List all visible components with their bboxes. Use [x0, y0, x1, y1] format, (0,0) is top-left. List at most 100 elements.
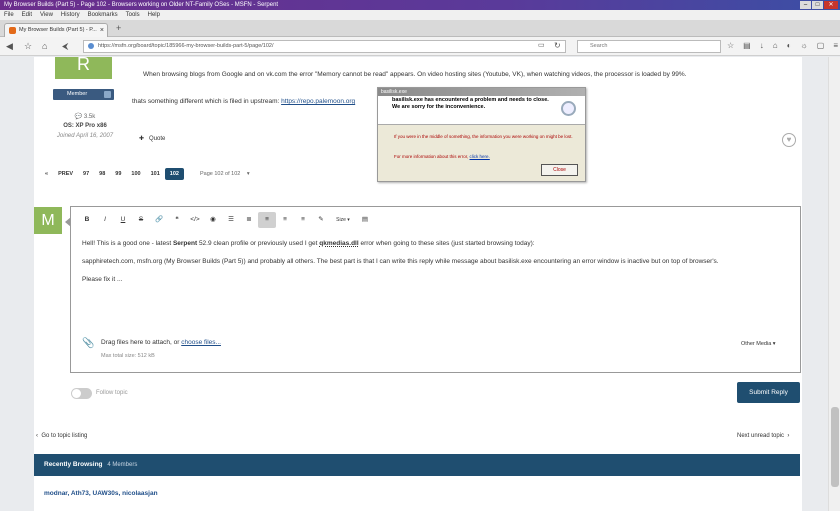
prev-arrow-icon[interactable]: «: [40, 168, 53, 180]
page-of-dropdown[interactable]: Page 102 of 102 ▾: [190, 168, 255, 180]
reload-icon[interactable]: ↻: [554, 40, 561, 52]
search-input[interactable]: Search: [577, 40, 721, 53]
align-right-icon[interactable]: ≡: [294, 212, 312, 228]
menu-file[interactable]: File: [4, 10, 14, 20]
page-icon[interactable]: ▢: [817, 41, 825, 50]
user-os: OS: XP Pro x86: [63, 123, 107, 129]
tab-label: My Browser Builds (Part 5) - P...: [19, 27, 97, 33]
editor-pointer: [65, 217, 71, 227]
page-link-97[interactable]: 97: [78, 168, 94, 180]
back-arrow-icon[interactable]: ◀: [6, 40, 13, 52]
menu-bookmarks[interactable]: Bookmarks: [88, 10, 118, 20]
post-line-1: When browsing blogs from Google and on v…: [143, 71, 687, 78]
underline-button[interactable]: U: [114, 212, 132, 228]
prev-button[interactable]: PREV: [53, 168, 78, 180]
upstream-link[interactable]: https://repo.palemoon.org: [281, 98, 355, 105]
align-left-icon[interactable]: ≡: [258, 212, 276, 228]
like-heart-icon[interactable]: ♥: [782, 133, 796, 147]
page-scrollbar[interactable]: [828, 57, 840, 511]
page-link-101[interactable]: 101: [146, 168, 165, 180]
max-size-label: Max total size: 512 kB: [101, 353, 155, 359]
error-click-here-link[interactable]: click here.: [470, 154, 490, 159]
minimize-button[interactable]: –: [800, 1, 811, 9]
submit-reply-button[interactable]: Submit Reply: [737, 382, 800, 403]
reply-paragraph-3: Please fix it ...: [82, 276, 123, 283]
menu-history[interactable]: History: [61, 10, 80, 20]
strikethrough-button[interactable]: S: [132, 212, 150, 228]
menu-edit[interactable]: Edit: [22, 10, 32, 20]
other-media-label: Other Media: [741, 341, 772, 347]
close-tab-icon[interactable]: ×: [100, 24, 104, 37]
back-button-icon[interactable]: ⮜: [62, 40, 68, 52]
scrollbar-thumb[interactable]: [831, 407, 839, 487]
para1-b: Serpent: [172, 240, 198, 247]
site-identity-icon[interactable]: [88, 43, 94, 49]
post-line-2: thats something different which is filed…: [132, 98, 355, 105]
follow-toggle[interactable]: [71, 388, 92, 399]
poster-avatar[interactable]: R: [55, 57, 112, 79]
maximize-button[interactable]: □: [812, 1, 823, 9]
spoiler-icon[interactable]: ◉: [204, 212, 222, 228]
menu-tools[interactable]: Tools: [126, 10, 140, 20]
attach-area: Drag files here to attach, or choose fil…: [101, 339, 221, 346]
home-icon[interactable]: ⌂: [42, 40, 47, 52]
recent-count: 4 Members: [107, 462, 138, 468]
go-to-topic-listing[interactable]: ‹ Go to topic listing: [36, 433, 87, 439]
quote-icon[interactable]: ❝: [168, 212, 186, 228]
search-placeholder: Search: [590, 43, 608, 49]
para1-c: 52.9 clean profile or previously used I …: [197, 240, 320, 247]
error-dialog-heading: basilisk.exe has encountered a problem a…: [392, 97, 549, 110]
para1-d: qkmedias.dll: [319, 240, 359, 247]
attach-prefix: Drag files here to attach, or: [101, 339, 182, 346]
page-link-current[interactable]: 102: [164, 168, 184, 180]
close-window-button[interactable]: ✕: [824, 1, 838, 9]
size-dropdown[interactable]: Size ▾: [330, 212, 356, 228]
home-toolbar-icon[interactable]: ⌂: [773, 41, 778, 50]
settings-icon[interactable]: ☼: [800, 41, 807, 50]
size-label: Size: [336, 217, 346, 223]
page-link-98[interactable]: 98: [94, 168, 110, 180]
recent-members-list[interactable]: modnar, Ath73, UAW30s, nicolaasjan: [44, 490, 158, 497]
window-title: My Browser Builds (Part 5) - Page 102 - …: [4, 2, 279, 8]
other-media-dropdown[interactable]: Other Media ▾: [741, 341, 776, 347]
error-gear-icon: [561, 101, 576, 116]
library-icon[interactable]: ▤: [743, 41, 751, 50]
new-tab-button[interactable]: +: [116, 23, 121, 33]
align-center-icon[interactable]: ≡: [276, 212, 294, 228]
choose-files-link[interactable]: choose files...: [181, 339, 221, 346]
menu-help[interactable]: Help: [148, 10, 160, 20]
follow-label: Follow topic: [96, 390, 128, 396]
bookmark-icon[interactable]: ☆: [727, 41, 734, 50]
error-more-prefix: For more information about this error,: [394, 154, 470, 159]
reply-avatar: M: [34, 207, 62, 234]
bold-button[interactable]: B: [78, 212, 96, 228]
page-link-100[interactable]: 100: [126, 168, 145, 180]
url-text: https://msfn.org/board/topic/185966-my-b…: [98, 43, 274, 49]
bookmark-star-icon[interactable]: ☆: [24, 40, 32, 52]
download-icon[interactable]: ↓: [760, 41, 764, 50]
code-icon[interactable]: </>: [186, 212, 204, 228]
url-bar[interactable]: https://msfn.org/board/topic/185966-my-b…: [83, 40, 566, 53]
page-link-99[interactable]: 99: [110, 168, 126, 180]
joined-date: Joined April 16, 2007: [56, 133, 114, 139]
numbered-list-icon[interactable]: ≣: [240, 212, 258, 228]
reply-editor[interactable]: B I U S 🔗 ❝ </> ◉ ☰ ≣ ≡ ≡ ≡ ✎ Size ▾ ▤ H…: [65, 206, 801, 373]
next-unread-topic[interactable]: Next unread topic ›: [737, 433, 789, 439]
browser-tab[interactable]: My Browser Builds (Part 5) - P... ×: [4, 23, 108, 37]
navigation-bar: ◀ ☆ ⌂ ⮜ https://msfn.org/board/topic/185…: [0, 37, 840, 56]
clear-format-icon[interactable]: ✎: [312, 212, 330, 228]
chevron-left-icon: ‹: [36, 433, 38, 439]
window-controls: – □ ✕: [800, 1, 838, 9]
recent-title: Recently Browsing: [44, 461, 103, 468]
error-close-button[interactable]: Close: [541, 164, 578, 176]
preview-icon[interactable]: ▤: [356, 212, 374, 228]
menu-view[interactable]: View: [40, 10, 53, 20]
link-icon[interactable]: 🔗: [150, 212, 168, 228]
bullet-list-icon[interactable]: ☰: [222, 212, 240, 228]
extension-icon[interactable]: ◐: [787, 41, 792, 50]
quote-button[interactable]: ✚ Quote: [139, 135, 165, 142]
reader-view-icon[interactable]: ▭: [538, 40, 545, 52]
window-titlebar: My Browser Builds (Part 5) - Page 102 - …: [0, 0, 840, 10]
hamburger-menu-icon[interactable]: ≡: [833, 41, 838, 50]
italic-button[interactable]: I: [96, 212, 114, 228]
